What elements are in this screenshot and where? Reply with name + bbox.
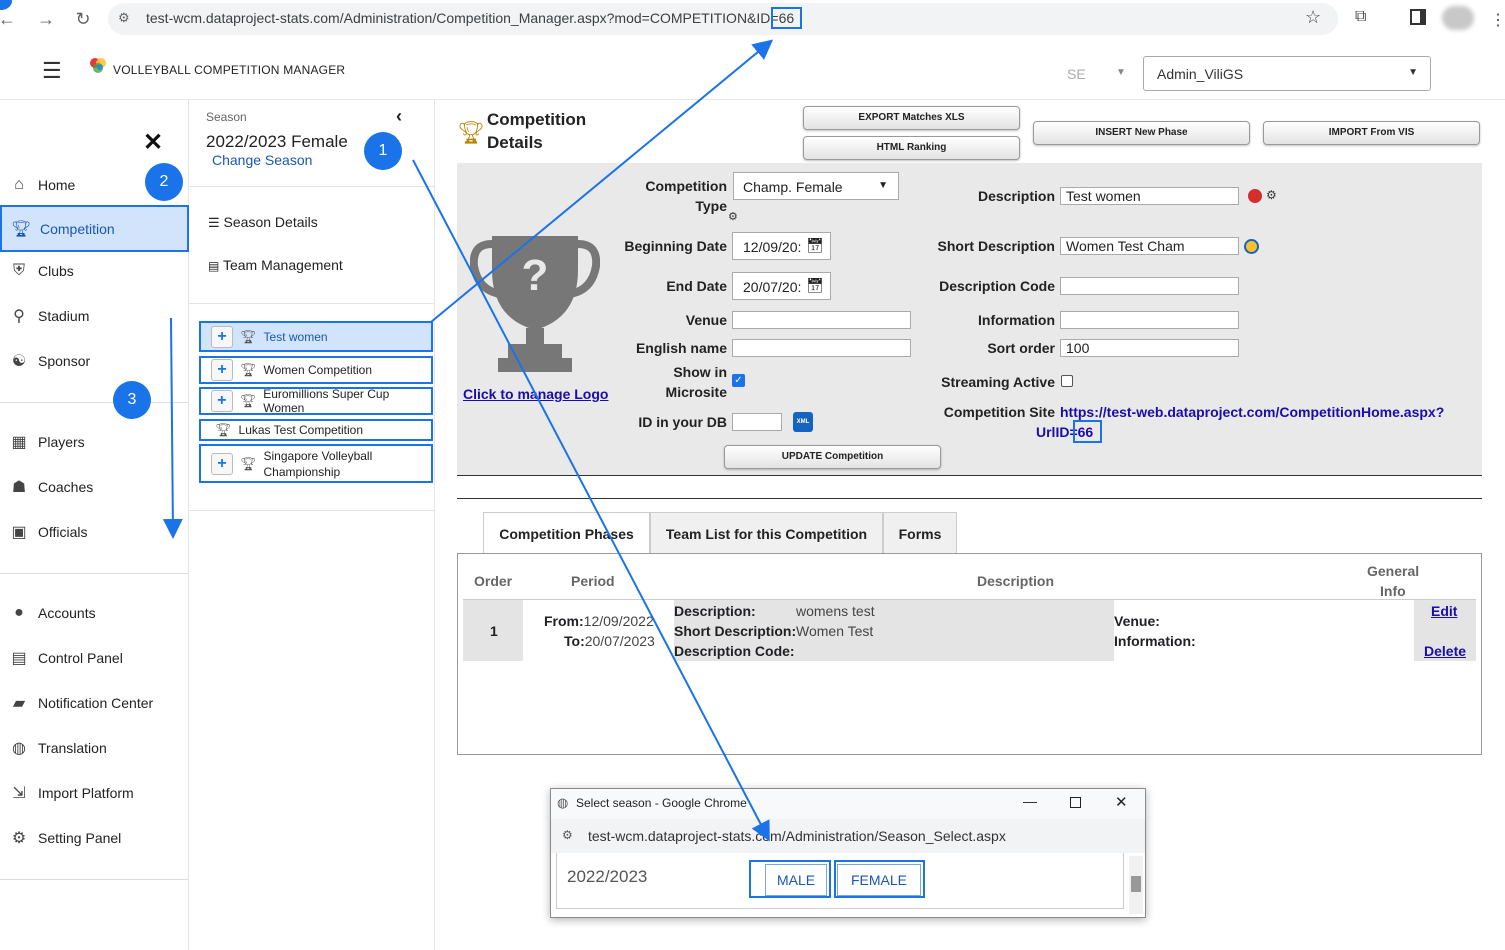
callout-1: 1 xyxy=(364,132,402,170)
callout-2: 2 xyxy=(145,163,183,201)
annotation-arrows xyxy=(162,39,774,842)
callout-3: 3 xyxy=(113,381,151,419)
